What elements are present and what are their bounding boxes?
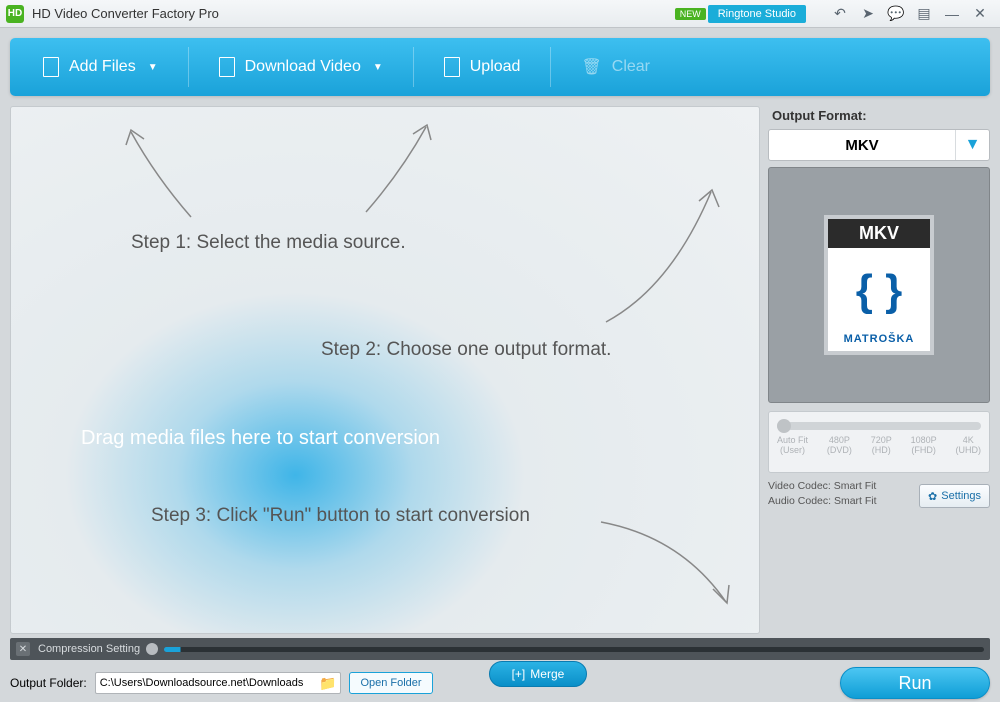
- resolution-option: 1080P(FHD): [911, 436, 937, 456]
- settings-button[interactable]: ✿ Settings: [919, 484, 990, 508]
- upload-button[interactable]: Upload: [416, 46, 549, 88]
- video-codec-text: Video Codec: Smart Fit: [768, 479, 913, 494]
- upload-label: Upload: [470, 58, 521, 76]
- app-logo-icon: HD: [6, 5, 24, 23]
- minimize-icon[interactable]: —: [938, 4, 966, 24]
- app-title: HD Video Converter Factory Pro: [32, 6, 675, 21]
- add-files-label: Add Files: [69, 58, 136, 76]
- drop-canvas[interactable]: Step 1: Select the media source. Step 2:…: [10, 106, 760, 634]
- merge-icon: [+]: [512, 667, 526, 681]
- step1-text: Step 1: Select the media source.: [131, 232, 406, 254]
- step3-text: Step 3: Click "Run" button to start conv…: [151, 505, 530, 527]
- arrow-icon: [591, 177, 731, 327]
- clear-button[interactable]: 🗑 Clear: [553, 46, 678, 88]
- clear-label: Clear: [612, 58, 650, 76]
- format-card-title: MKV: [828, 219, 930, 248]
- resolution-option: Auto Fit(User): [777, 436, 808, 456]
- gear-icon: ✿: [928, 490, 937, 503]
- output-format-label: Output Format:: [772, 108, 990, 123]
- titlebar: HD HD Video Converter Factory Pro NEW Ri…: [0, 0, 1000, 28]
- open-folder-button[interactable]: Open Folder: [349, 672, 432, 694]
- download-icon: [219, 57, 235, 77]
- chevron-down-icon: ▼: [148, 62, 158, 73]
- format-preview: MKV { } MATROŠKA: [768, 167, 990, 403]
- chevron-down-icon: ▼: [373, 62, 383, 73]
- format-card-brand: MATROŠKA: [828, 333, 930, 351]
- folder-icon[interactable]: 📁: [319, 675, 336, 692]
- run-button[interactable]: Run: [840, 667, 990, 699]
- codec-info: Video Codec: Smart Fit Audio Codec: Smar…: [768, 479, 913, 508]
- resolution-labels: Auto Fit(User) 480P(DVD) 720P(HD) 1080P(FHD…: [777, 436, 981, 456]
- download-video-button[interactable]: Download Video ▼: [191, 46, 411, 88]
- upload-icon: [444, 57, 460, 77]
- arrow-icon: [351, 112, 461, 222]
- format-select[interactable]: MKV ▼: [768, 129, 990, 161]
- add-files-button[interactable]: Add Files ▼: [15, 46, 186, 88]
- chevron-down-icon: ▼: [955, 130, 989, 160]
- arrow-icon: [96, 117, 206, 227]
- close-compression-icon[interactable]: ✕: [16, 642, 30, 656]
- share-icon[interactable]: ➤: [854, 4, 882, 24]
- add-file-icon: [43, 57, 59, 77]
- close-icon[interactable]: ✕: [966, 4, 994, 24]
- trash-icon: 🗑: [581, 57, 601, 77]
- new-badge: NEW: [675, 8, 706, 20]
- download-video-label: Download Video: [245, 58, 361, 76]
- ringtone-studio-button[interactable]: Ringtone Studio: [708, 5, 806, 23]
- undo-icon[interactable]: ↶: [826, 4, 854, 24]
- step2-text: Step 2: Choose one output format.: [321, 339, 611, 361]
- format-value: MKV: [769, 137, 955, 154]
- chat-icon[interactable]: 💬: [882, 4, 910, 24]
- merge-button[interactable]: [+] Merge: [489, 661, 588, 687]
- resolution-slider-panel: Auto Fit(User) 480P(DVD) 720P(HD) 1080P(FHD…: [768, 411, 990, 473]
- matroska-icon: { }: [828, 248, 930, 333]
- list-icon[interactable]: ▤: [910, 4, 938, 24]
- compression-label: Compression Setting: [38, 643, 140, 655]
- arrow-icon: [591, 507, 741, 617]
- compression-bar: ✕ Compression Setting: [10, 638, 990, 660]
- compression-slider[interactable]: [164, 647, 984, 652]
- slider-thumb-icon: [777, 419, 791, 433]
- resolution-option: 720P(HD): [871, 436, 892, 456]
- output-folder-field[interactable]: C:\Users\Downloadsource.net\Downloads 📁: [95, 672, 342, 694]
- format-card: MKV { } MATROŠKA: [824, 215, 934, 355]
- output-folder-path: C:\Users\Downloadsource.net\Downloads: [100, 677, 319, 689]
- main-toolbar: Add Files ▼ Download Video ▼ Upload 🗑 Cl…: [10, 38, 990, 96]
- settings-label: Settings: [941, 490, 981, 502]
- drag-hint: Drag media files here to start conversio…: [81, 427, 440, 450]
- output-folder-label: Output Folder:: [10, 676, 87, 690]
- resolution-option: 480P(DVD): [827, 436, 852, 456]
- resolution-option: 4K(UHD): [955, 436, 981, 456]
- merge-label: Merge: [530, 667, 564, 681]
- sidebar: Output Format: MKV ▼ MKV { } MATROŠKA Au…: [768, 106, 990, 634]
- audio-codec-text: Audio Codec: Smart Fit: [768, 494, 913, 509]
- resolution-slider[interactable]: [777, 422, 981, 430]
- slider-thumb-icon: [146, 643, 158, 655]
